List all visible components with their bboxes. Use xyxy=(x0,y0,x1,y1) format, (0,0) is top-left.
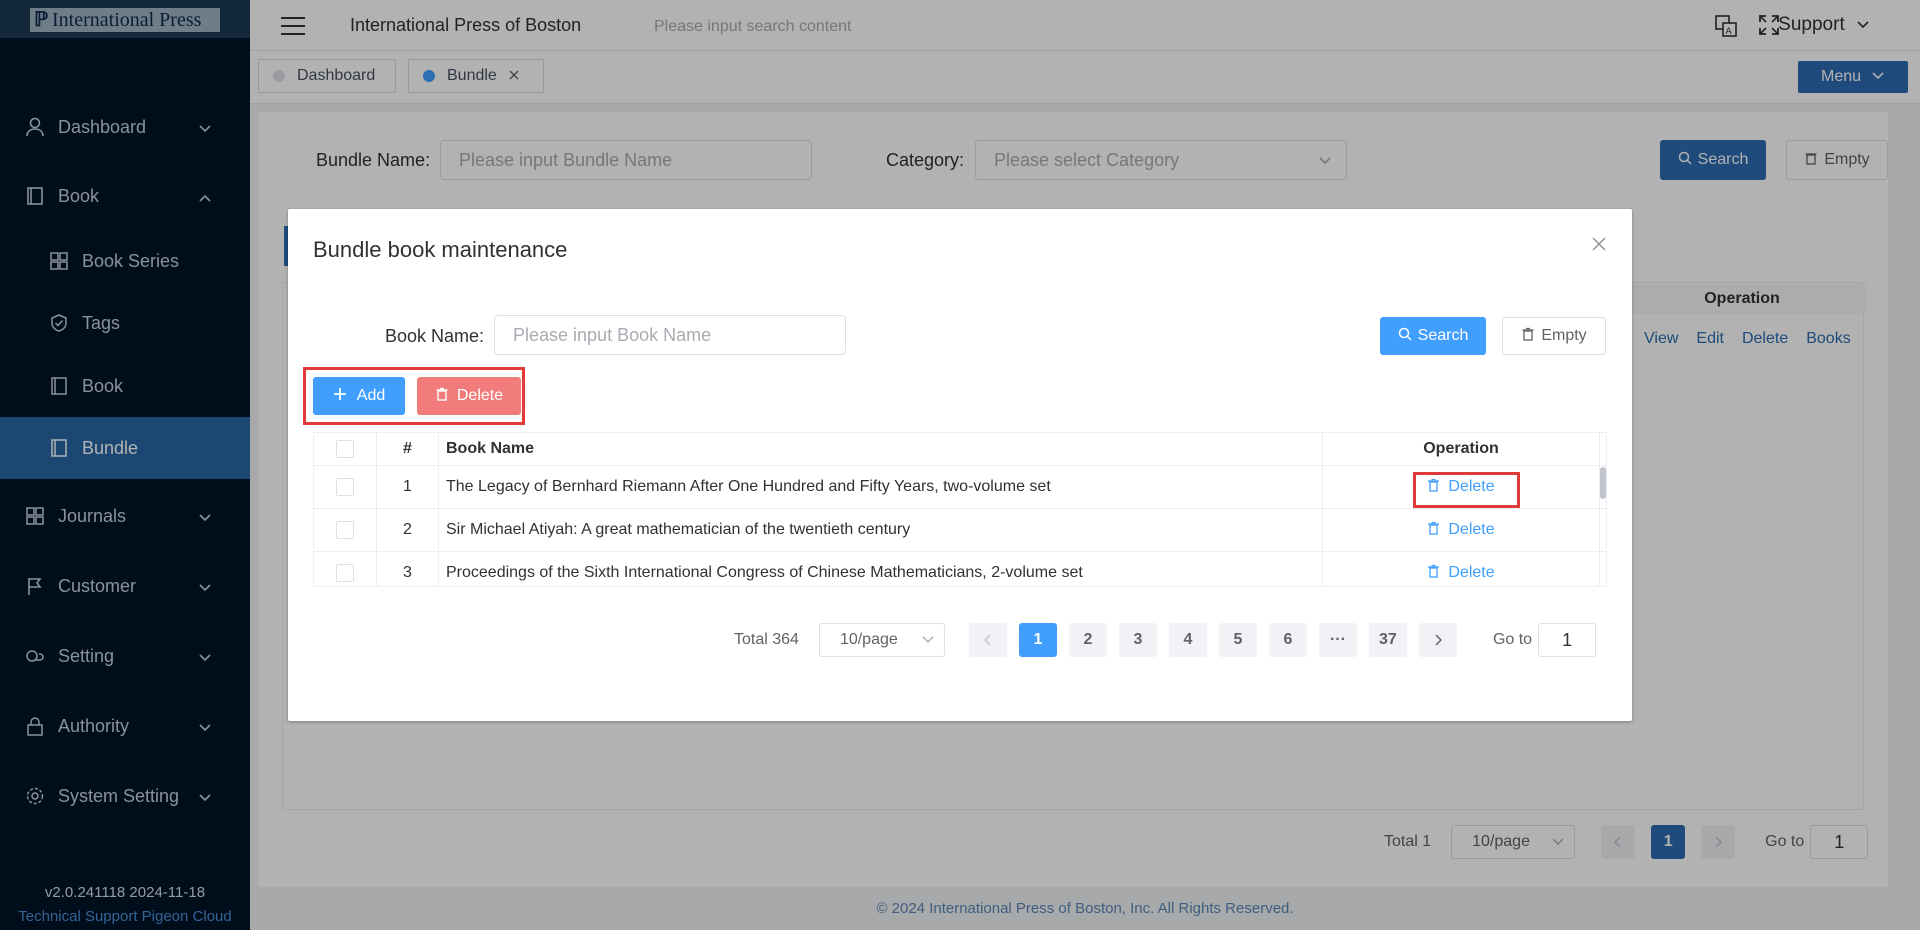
bundle-book-dialog: Bundle book maintenance Book Name: Pleas… xyxy=(288,209,1632,721)
search-label: Search xyxy=(1417,327,1469,344)
row-delete-label: Delete xyxy=(1448,521,1495,538)
trash-icon xyxy=(435,387,457,406)
close-icon[interactable] xyxy=(1592,237,1606,256)
dialog-empty-button[interactable]: Empty xyxy=(1502,317,1606,355)
header-operation: Operation xyxy=(1323,433,1600,465)
plus-icon xyxy=(333,387,357,406)
empty-label: Empty xyxy=(1541,327,1587,344)
row-checkbox[interactable] xyxy=(336,564,354,582)
dialog-search-button[interactable]: Search xyxy=(1380,317,1486,355)
page-6-button[interactable]: 6 xyxy=(1268,623,1307,657)
trash-icon xyxy=(1427,521,1448,540)
select-all-checkbox[interactable] xyxy=(336,440,354,458)
page-size-value: 10/page xyxy=(839,631,898,648)
table-scrollbar[interactable] xyxy=(1600,467,1606,499)
header-num: # xyxy=(377,433,439,465)
page-1-button[interactable]: 1 xyxy=(1018,623,1057,657)
dialog-pagination: Total 364 10/page 1 2 3 4 5 6 ··· 37 Go … xyxy=(734,623,1597,657)
page-4-button[interactable]: 4 xyxy=(1168,623,1207,657)
highlight-box-row-delete xyxy=(1413,472,1520,508)
checkbox-cell xyxy=(314,509,377,551)
book-table: # Book Name Operation 1 The Legacy of Be… xyxy=(313,432,1607,587)
table-header-row: # Book Name Operation xyxy=(314,433,1606,466)
page-2-button[interactable]: 2 xyxy=(1068,623,1107,657)
page-3-button[interactable]: 3 xyxy=(1118,623,1157,657)
page-size-select[interactable]: 10/page xyxy=(818,623,945,657)
goto-label: Go to xyxy=(1492,631,1533,648)
row-delete-label: Delete xyxy=(1448,564,1495,581)
row-book-name: The Legacy of Bernhard Riemann After One… xyxy=(439,466,1323,508)
header-checkbox-cell xyxy=(314,433,377,465)
row-num: 3 xyxy=(377,552,439,586)
search-icon xyxy=(1398,327,1418,346)
table-row: 2 Sir Michael Atiyah: A great mathematic… xyxy=(314,509,1606,552)
delete-label: Delete xyxy=(456,387,504,404)
add-button[interactable]: Add xyxy=(313,377,405,415)
more-pages-button[interactable]: ··· xyxy=(1318,623,1357,657)
dialog-title: Bundle book maintenance xyxy=(313,237,568,262)
chevron-down-icon xyxy=(922,624,934,656)
row-operation: Delete xyxy=(1323,552,1600,586)
next-page-button[interactable] xyxy=(1418,623,1457,657)
goto-page-input[interactable]: 1 xyxy=(1538,623,1597,657)
row-num: 2 xyxy=(377,509,439,551)
header-book-name: Book Name xyxy=(439,433,1323,465)
row-book-name: Sir Michael Atiyah: A great mathematicia… xyxy=(439,509,1323,551)
prev-page-button[interactable] xyxy=(968,623,1007,657)
row-book-name: Proceedings of the Sixth International C… xyxy=(439,552,1323,586)
row-operation: Delete xyxy=(1323,509,1600,551)
trash-icon xyxy=(1427,564,1448,583)
trash-icon xyxy=(1521,327,1541,346)
page-5-button[interactable]: 5 xyxy=(1218,623,1257,657)
add-label: Add xyxy=(356,387,386,404)
row-delete-button[interactable]: Delete xyxy=(1427,564,1495,583)
row-num: 1 xyxy=(377,466,439,508)
total-count: Total 364 xyxy=(734,631,799,648)
row-checkbox[interactable] xyxy=(336,521,354,539)
checkbox-cell xyxy=(314,552,377,586)
page-37-button[interactable]: 37 xyxy=(1368,623,1407,657)
book-name-input[interactable]: Please input Book Name xyxy=(494,315,846,355)
checkbox-cell xyxy=(314,466,377,508)
book-name-label: Book Name: xyxy=(385,326,485,346)
table-row: 3 Proceedings of the Sixth International… xyxy=(314,552,1606,586)
batch-delete-button[interactable]: Delete xyxy=(417,377,521,415)
row-checkbox[interactable] xyxy=(336,478,354,496)
row-delete-button[interactable]: Delete xyxy=(1427,521,1495,540)
